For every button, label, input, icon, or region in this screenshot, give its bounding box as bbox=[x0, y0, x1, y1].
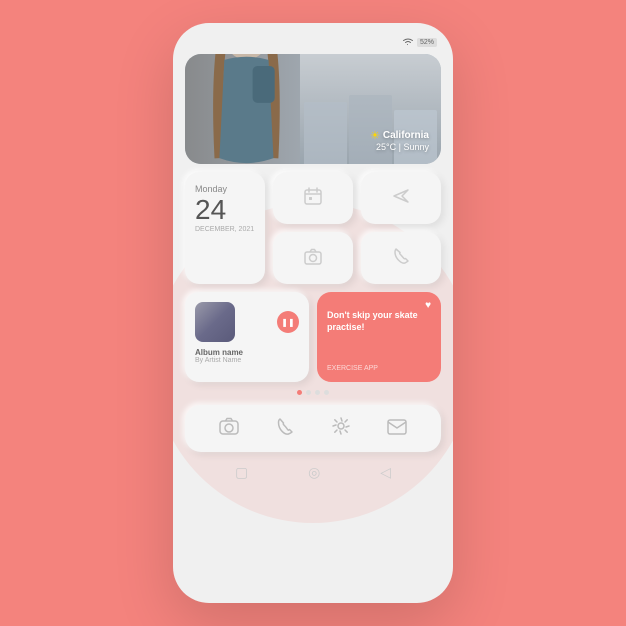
pause-icon: ❚❚ bbox=[281, 318, 294, 327]
phone-content: 52% bbox=[173, 23, 453, 603]
calendar-month-year: DECEMBER, 2021 bbox=[195, 226, 255, 233]
sun-icon: ☀ bbox=[370, 129, 380, 142]
camera-widget[interactable] bbox=[273, 232, 353, 284]
music-player-top: ❚❚ bbox=[195, 302, 299, 342]
page-dot-3[interactable] bbox=[315, 390, 320, 395]
page-dot-2[interactable] bbox=[306, 390, 311, 395]
page-dot-1[interactable] bbox=[297, 390, 302, 395]
dock-settings-icon[interactable] bbox=[330, 415, 352, 442]
send-icon bbox=[391, 186, 411, 211]
music-track-name: Album name bbox=[195, 348, 299, 357]
dock-phone-icon[interactable] bbox=[274, 415, 296, 442]
dock-camera-icon[interactable] bbox=[218, 415, 240, 442]
dock-mail-icon[interactable] bbox=[386, 415, 408, 442]
calendar-day: Monday bbox=[195, 184, 255, 194]
widget-grid-top: Monday 24 DECEMBER, 2021 bbox=[185, 172, 441, 284]
widget-grid-bottom: ❚❚ Album name By Artist Name ♥ Don't ski… bbox=[185, 292, 441, 382]
person-image bbox=[185, 54, 308, 164]
send-widget[interactable] bbox=[361, 172, 441, 224]
pause-button[interactable]: ❚❚ bbox=[277, 311, 299, 333]
weather-widget[interactable]: ☀ California 25°C | Sunny bbox=[185, 54, 441, 164]
album-art bbox=[195, 302, 235, 342]
phone-widget[interactable] bbox=[361, 232, 441, 284]
music-widget[interactable]: ❚❚ Album name By Artist Name bbox=[185, 292, 309, 382]
nav-home-icon[interactable]: ◎ bbox=[308, 464, 320, 481]
phone-icon bbox=[391, 246, 411, 271]
app-dock bbox=[185, 405, 441, 452]
page-dot-4[interactable] bbox=[324, 390, 329, 395]
nav-square-icon[interactable]: ▢ bbox=[235, 464, 248, 481]
page-indicator bbox=[185, 390, 441, 395]
wifi-icon bbox=[402, 37, 414, 48]
calendar-date-number: 24 bbox=[195, 196, 255, 224]
exercise-app-label: EXERCISE APP bbox=[327, 365, 431, 372]
camera-icon bbox=[303, 246, 323, 271]
calendar-icon bbox=[303, 186, 323, 211]
calendar-app-widget[interactable] bbox=[273, 172, 353, 224]
heart-icon: ♥ bbox=[425, 300, 431, 311]
exercise-message: Don't skip your skate practise! bbox=[327, 310, 431, 333]
weather-info: ☀ California 25°C | Sunny bbox=[370, 129, 429, 152]
phone-frame: 52% bbox=[173, 23, 453, 603]
nav-back-icon[interactable]: ◁ bbox=[380, 464, 391, 481]
music-artist-name: By Artist Name bbox=[195, 357, 299, 364]
weather-location: California bbox=[383, 130, 429, 141]
exercise-widget[interactable]: ♥ Don't skip your skate practise! EXERCI… bbox=[317, 292, 441, 382]
weather-temp: 25°C | Sunny bbox=[370, 142, 429, 152]
status-bar: 52% bbox=[185, 33, 441, 54]
calendar-widget[interactable]: Monday 24 DECEMBER, 2021 bbox=[185, 172, 265, 284]
battery-indicator: 52% bbox=[417, 38, 437, 47]
status-icons: 52% bbox=[402, 37, 437, 48]
navigation-bar: ▢ ◎ ◁ bbox=[185, 460, 441, 485]
